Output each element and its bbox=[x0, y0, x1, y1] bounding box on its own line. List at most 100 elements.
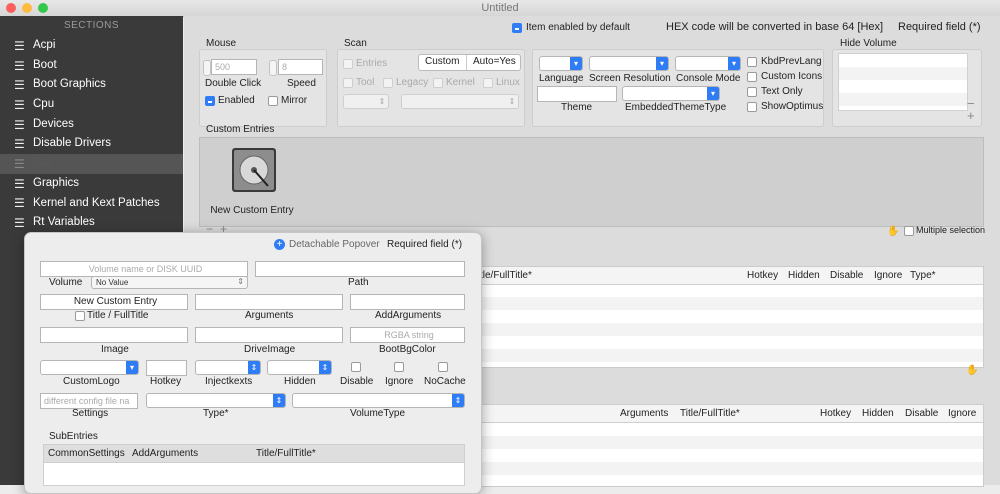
hide-volume-list[interactable] bbox=[838, 53, 968, 111]
speed-field[interactable]: 8 bbox=[278, 59, 323, 75]
hard-drive-icon bbox=[232, 148, 276, 192]
path-label: Path bbox=[348, 277, 369, 288]
list-icon: ☰ bbox=[14, 97, 25, 112]
console-mode-label: Console Mode bbox=[676, 73, 741, 84]
double-click-field[interactable]: 500 bbox=[211, 59, 257, 75]
speed-stepper[interactable] bbox=[269, 60, 277, 76]
sidebar-item-boot[interactable]: ☰ Boot bbox=[0, 56, 183, 76]
inject-kexts-popup[interactable]: ⇕ bbox=[195, 360, 261, 375]
sidebar-item-label: Boot bbox=[33, 58, 57, 71]
scan-seg-custom[interactable]: Custom bbox=[425, 56, 459, 67]
embedded-theme-type-label: EmbeddedThemeType bbox=[625, 102, 727, 113]
item-enabled-default-checkbox[interactable] bbox=[512, 23, 522, 33]
double-click-stepper[interactable] bbox=[203, 60, 211, 76]
scan-tool-label: Tool bbox=[356, 77, 375, 88]
nocache-checkbox[interactable] bbox=[438, 362, 448, 372]
scan-legacy-checkbox[interactable] bbox=[383, 78, 393, 88]
custom-entry-item[interactable]: New Custom Entry bbox=[206, 140, 298, 220]
list-icon: ☰ bbox=[14, 137, 25, 152]
chevron-updown-icon: ⇕ bbox=[248, 361, 260, 374]
nocache-label: NoCache bbox=[424, 376, 466, 387]
chevron-updown-icon: ⇕ bbox=[319, 361, 331, 374]
boot-bg-color-field[interactable]: RGBA string bbox=[350, 327, 465, 343]
scan-kernel-checkbox[interactable] bbox=[433, 78, 443, 88]
segment-divider bbox=[466, 55, 467, 70]
scan-seg-auto[interactable]: Auto=Yes bbox=[473, 56, 516, 67]
custom-logo-popup[interactable]: ▾ bbox=[40, 360, 139, 375]
hotkey-field[interactable] bbox=[146, 360, 187, 376]
subentries-popover-table: CommonSettings AddArguments Title/FullTi… bbox=[43, 444, 465, 486]
scan-group: Entries Custom Auto=Yes Tool Legacy Kern… bbox=[337, 49, 525, 127]
sidebar-item-graphics[interactable]: ☰ Graphics bbox=[0, 174, 183, 194]
custom-icons-checkbox[interactable] bbox=[747, 72, 757, 82]
list-icon: ☰ bbox=[14, 117, 25, 132]
chevron-down-icon: ▾ bbox=[707, 87, 719, 100]
scan-popup-1[interactable]: ⇕ bbox=[343, 94, 389, 109]
add-arguments-field[interactable] bbox=[350, 294, 465, 310]
screen-resolution-popup[interactable]: ▾ bbox=[589, 56, 669, 71]
embedded-theme-type-popup[interactable]: ▾ bbox=[622, 86, 720, 101]
inject-kexts-label: Injectkexts bbox=[205, 376, 253, 387]
col-hidden: Hidden bbox=[788, 270, 820, 281]
custom-entries-title: Custom Entries bbox=[206, 124, 275, 135]
volume-popup[interactable]: No Value ⇕ bbox=[91, 276, 248, 289]
sidebar-item-devices[interactable]: ☰ Devices bbox=[0, 115, 183, 135]
list-icon: ☰ bbox=[14, 38, 25, 53]
title-field[interactable]: New Custom Entry bbox=[40, 294, 188, 310]
multiple-selection-label: Multiple selection bbox=[916, 225, 986, 235]
col-title: Title/FullTitle* bbox=[256, 448, 316, 459]
type-popup[interactable]: ⇕ bbox=[146, 393, 286, 408]
disable-label: Disable bbox=[340, 376, 374, 387]
sidebar-item-rt-variables[interactable]: ☰ Rt Variables bbox=[0, 213, 183, 233]
scan-entries-label: Entries bbox=[356, 58, 388, 69]
scan-entries-checkbox[interactable] bbox=[343, 59, 353, 69]
volume-field[interactable]: Volume name or DISK UUID bbox=[40, 261, 248, 277]
disable-checkbox[interactable] bbox=[351, 362, 361, 372]
chevron-updown-icon: ⇕ bbox=[273, 394, 285, 407]
show-optimus-label: ShowOptimus bbox=[761, 101, 824, 112]
sidebar-list: ☰ Acpi ☰ Boot ☰ Boot Graphics ☰ Cpu ☰ Devices ☰ Dis… bbox=[0, 36, 183, 233]
settings-field[interactable]: different config file na bbox=[40, 393, 138, 409]
plus-icon[interactable]: + bbox=[274, 239, 285, 250]
custom-entry-label: New Custom Entry bbox=[210, 205, 294, 216]
scan-popup-2[interactable]: ⇕ bbox=[401, 94, 519, 109]
console-mode-popup[interactable]: ▾ bbox=[675, 56, 741, 71]
language-popup[interactable]: ▾ bbox=[539, 56, 583, 71]
custom-icons-label: Custom Icons bbox=[761, 71, 823, 82]
language-label: Language bbox=[539, 73, 584, 84]
screen-resolution-label: Screen Resolution bbox=[589, 73, 671, 84]
scan-linux-checkbox[interactable] bbox=[483, 78, 493, 88]
path-field[interactable] bbox=[255, 261, 465, 277]
mouse-enabled-checkbox[interactable] bbox=[205, 96, 215, 106]
fulltitle-checkbox[interactable] bbox=[75, 311, 85, 321]
image-field[interactable] bbox=[40, 327, 188, 343]
text-only-label: Text Only bbox=[761, 86, 803, 97]
kbd-prev-lang-label: KbdPrevLang bbox=[761, 56, 822, 67]
sidebar-item-label: Graphics bbox=[33, 176, 80, 189]
plus-icon[interactable]: + bbox=[967, 108, 975, 123]
show-optimus-checkbox[interactable] bbox=[747, 102, 757, 112]
sidebar-item-gui[interactable]: ☰ Gui bbox=[0, 154, 183, 174]
list-icon: ☰ bbox=[14, 156, 25, 171]
scan-tool-checkbox[interactable] bbox=[343, 78, 353, 88]
multiple-selection-checkbox[interactable] bbox=[904, 226, 914, 236]
text-only-checkbox[interactable] bbox=[747, 87, 757, 97]
sidebar-item-kernel-and-kext-patches[interactable]: ☰ Kernel and Kext Patches bbox=[0, 194, 183, 214]
volume-type-popup[interactable]: ⇕ bbox=[292, 393, 465, 408]
kbd-prev-lang-checkbox[interactable] bbox=[747, 57, 757, 67]
sidebar-item-disable-drivers[interactable]: ☰ Disable Drivers bbox=[0, 134, 183, 154]
sidebar-item-cpu[interactable]: ☰ Cpu bbox=[0, 95, 183, 115]
sidebar-item-boot-graphics[interactable]: ☰ Boot Graphics bbox=[0, 75, 183, 95]
sidebar-item-acpi[interactable]: ☰ Acpi bbox=[0, 36, 183, 56]
hidden-popup[interactable]: ⇕ bbox=[267, 360, 332, 375]
drive-image-label: DriveImage bbox=[244, 344, 296, 355]
theme-field[interactable] bbox=[537, 86, 617, 102]
col-hotkey: Hotkey bbox=[747, 270, 779, 281]
popover-required-field: Required field (*) bbox=[387, 239, 463, 250]
drive-image-field[interactable] bbox=[195, 327, 343, 343]
mouse-mirror-checkbox[interactable] bbox=[268, 96, 278, 106]
arguments-field[interactable] bbox=[195, 294, 343, 310]
ignore-checkbox[interactable] bbox=[394, 362, 404, 372]
col-title: Title/FullTitle* bbox=[680, 408, 740, 419]
hand-icon: ✋ bbox=[887, 226, 900, 237]
